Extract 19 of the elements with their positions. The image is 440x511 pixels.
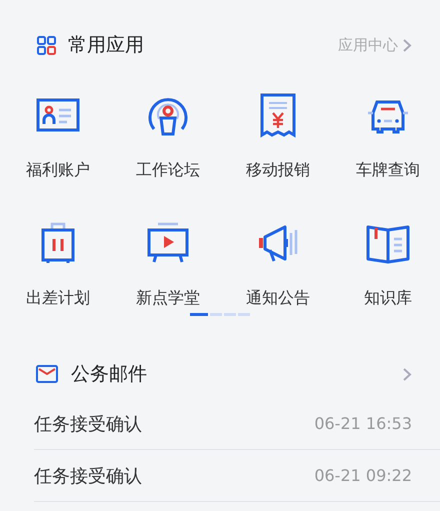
app-shortcut[interactable]: 出差计划 <box>3 219 113 308</box>
app-shortcut[interactable]: 车牌查询 <box>333 91 440 180</box>
app-shortcut[interactable]: 知识库 <box>333 219 440 308</box>
app-shortcut[interactable]: 工作论坛 <box>113 91 223 180</box>
mail-time: 06-21 09:22 <box>314 466 412 485</box>
chevron-right-icon <box>402 366 412 382</box>
app-shortcut[interactable]: 福利账户 <box>3 91 113 180</box>
mail-subject[interactable]: 任务接受确认 <box>34 412 142 436</box>
mail-subject[interactable]: 任务接受确认 <box>34 464 142 488</box>
app-shortcut[interactable]: 新点学堂 <box>113 219 223 308</box>
section-title: 常用应用 <box>68 33 145 58</box>
app-shortcut[interactable]: 移动报销 <box>223 91 333 180</box>
app-shortcut[interactable]: 通知公告 <box>223 219 333 308</box>
mail-time: 06-21 16:53 <box>314 414 412 433</box>
more-button[interactable] <box>402 366 412 382</box>
section-title: 公务邮件 <box>71 362 148 387</box>
grid-icon <box>37 36 56 54</box>
chevron-right-icon <box>402 38 412 52</box>
mail-icon <box>36 365 58 383</box>
